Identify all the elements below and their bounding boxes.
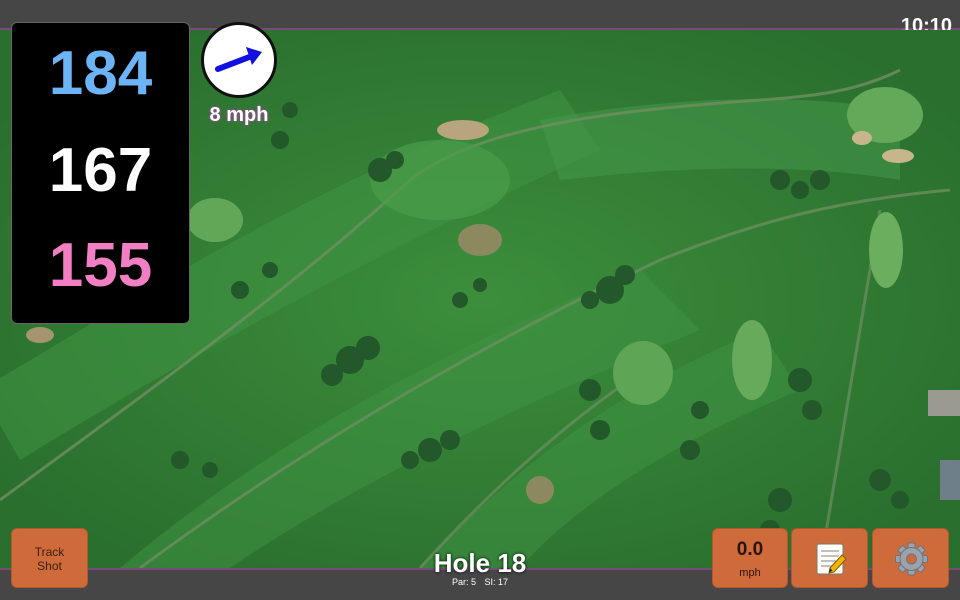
middle-distance: 167	[48, 136, 153, 205]
hole-par: Par: 5	[451, 577, 476, 587]
back-distance: 184	[48, 39, 153, 108]
speed-unit: mph	[739, 567, 761, 579]
front-distance: 155	[48, 231, 153, 300]
notepad-icon	[816, 543, 847, 575]
settings-button[interactable]	[872, 528, 949, 588]
hole-info: Par: 5 SI: 17	[380, 577, 580, 587]
notes-button[interactable]	[791, 528, 868, 588]
gear-icon	[895, 542, 928, 576]
distance-panel[interactable]: 184 167 155	[11, 22, 190, 324]
wind-speed: 8 mph	[209, 104, 269, 126]
track-shot-label-line1: Track	[34, 545, 65, 559]
track-shot-button[interactable]: Track Shot	[11, 528, 88, 588]
hole-title: Hole 18	[433, 548, 527, 578]
arrow-icon	[215, 47, 262, 72]
track-shot-label-line2: Shot	[37, 559, 62, 573]
speed-value: 0.0	[736, 539, 764, 560]
hole-stroke-index: SI: 17	[484, 577, 509, 587]
wind-indicator	[201, 22, 277, 98]
speed-button[interactable]: 0.0 mph	[712, 528, 788, 588]
